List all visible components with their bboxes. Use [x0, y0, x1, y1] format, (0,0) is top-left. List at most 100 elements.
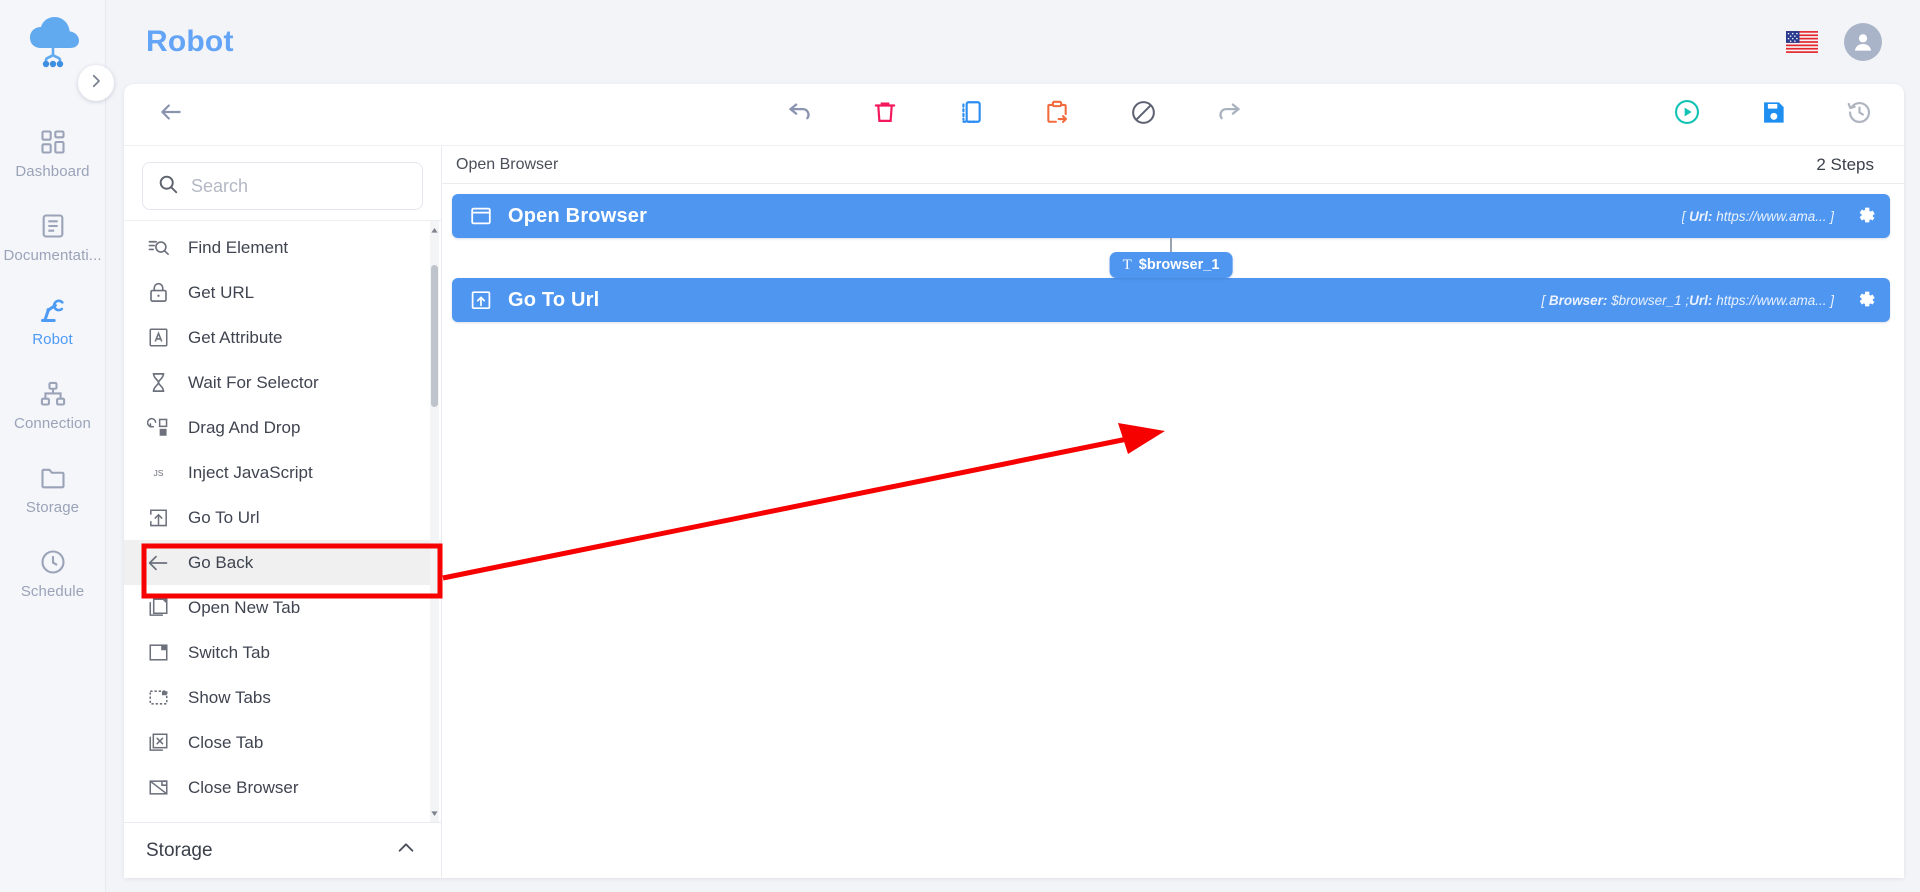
library-item-label: Inject JavaScript [188, 462, 313, 482]
library-scrollbar-thumb[interactable] [431, 265, 438, 407]
library-item-close-tab[interactable]: Close Tab [124, 720, 441, 765]
duplicate-icon [958, 99, 984, 130]
sidebar-item-label: Robot [32, 331, 73, 348]
step-card-open-browser[interactable]: Open Browser [ Url: https://www.ama... ] [452, 194, 1890, 238]
top-header-bar: Robot [106, 0, 1920, 84]
robot-editor-panel: Find Element Get U [124, 84, 1904, 878]
step-params: [ Browser: $browser_1 ;Url: https://www.… [1541, 292, 1834, 308]
main-column: Robot Search Find Element Get URL Get At… [106, 0, 1920, 892]
library-section-label: Storage [146, 839, 213, 861]
sidebar-item-label: Connection [14, 415, 91, 432]
library-item-get-attribute[interactable]: Get Attribute [124, 315, 441, 360]
folder-icon [39, 464, 67, 492]
library-item-label: Go Back [188, 552, 254, 572]
redo-button[interactable] [1206, 93, 1252, 137]
library-item-go-back[interactable]: Go Back [124, 540, 441, 585]
library-item-label: Find Element [188, 237, 289, 257]
app-root: Dashboard Documentati... Robot Connectio… [0, 0, 1920, 892]
library-item-drag-and-drop[interactable]: Drag And Drop [124, 405, 441, 450]
app-logo [21, 14, 85, 78]
sitemap-icon [39, 380, 67, 408]
text-type-icon: T [1122, 256, 1132, 273]
sidebar-item-robot[interactable]: Robot [0, 280, 106, 364]
library-item-show-tabs[interactable]: Show Tabs [124, 675, 441, 720]
editor-toolbar-right [1664, 93, 1882, 137]
action-library-list: Find Element Get URL Get Attribute Wait … [124, 221, 441, 810]
delete-button[interactable] [862, 93, 908, 137]
library-scrollbar[interactable] [430, 221, 439, 822]
header-actions [1786, 23, 1882, 61]
library-item-switch-tab[interactable]: Switch Tab [124, 630, 441, 675]
library-item-close-browser[interactable]: Close Browser [124, 765, 441, 810]
sidebar-item-connection[interactable]: Connection [0, 364, 106, 448]
library-item-label: Drag And Drop [188, 417, 301, 437]
canvas-area: Open Browser [ Url: https://www.ama... ] [442, 184, 1904, 878]
sidebar-item-documentation[interactable]: Documentati... [0, 196, 106, 280]
undo-button[interactable] [776, 93, 822, 137]
go-to-url-icon [146, 506, 170, 530]
disable-button[interactable] [1120, 93, 1166, 137]
search-input[interactable] [191, 175, 408, 197]
step-card-go-to-url[interactable]: Go To Url [ Browser: $browser_1 ;Url: ht… [452, 278, 1890, 322]
library-item-wait-for-selector[interactable]: Wait For Selector [124, 360, 441, 405]
caret-up-icon[interactable] [430, 223, 439, 237]
us-flag-icon[interactable] [1786, 31, 1818, 53]
library-item-label: Close Tab [188, 732, 264, 752]
canvas-header: Open Browser 2 Steps [442, 146, 1904, 184]
user-avatar-icon[interactable] [1844, 23, 1882, 61]
step-name: Open Browser [508, 204, 648, 227]
action-library-panel: Find Element Get U [124, 146, 442, 878]
arrow-left-icon [146, 551, 170, 575]
library-section-storage[interactable]: Storage [124, 822, 441, 878]
sidebar-item-label: Storage [25, 499, 80, 516]
library-item-label: Go To Url [188, 507, 260, 527]
js-icon: JS [146, 461, 170, 485]
close-browser-icon [146, 776, 170, 800]
history-button[interactable] [1836, 93, 1882, 137]
sidebar-collapse-toggle[interactable] [78, 65, 114, 101]
arrow-left-icon [158, 99, 184, 130]
caret-down-icon[interactable] [430, 806, 439, 820]
lock-icon [146, 281, 170, 305]
block-icon [1130, 99, 1157, 131]
show-tabs-icon [146, 686, 170, 710]
variable-chip-label: $browser_1 [1138, 257, 1220, 273]
sidebar-item-storage[interactable]: Storage [0, 448, 106, 532]
variable-chip-browser[interactable]: T $browser_1 [1109, 252, 1233, 278]
copy-button[interactable] [948, 93, 994, 137]
search-box[interactable] [142, 162, 423, 210]
library-item-go-to-url[interactable]: Go To Url [124, 495, 441, 540]
save-button[interactable] [1750, 93, 1796, 137]
library-item-label: Open New Tab [188, 597, 301, 617]
library-item-get-url[interactable]: Get URL [124, 270, 441, 315]
library-item-open-new-tab[interactable]: Open New Tab [124, 585, 441, 630]
library-item-label: Show Tabs [188, 687, 271, 707]
run-button[interactable] [1664, 93, 1710, 137]
play-circle-icon [1673, 98, 1701, 131]
gear-icon[interactable] [1848, 288, 1878, 312]
switch-tab-icon [146, 641, 170, 665]
action-library-scroll: Find Element Get URL Get Attribute Wait … [124, 220, 441, 822]
hourglass-icon [146, 371, 170, 395]
library-item-inject-javascript[interactable]: JS Inject JavaScript [124, 450, 441, 495]
history-icon [1846, 99, 1873, 131]
chevron-up-icon[interactable] [395, 837, 417, 864]
robot-arm-icon [39, 296, 67, 324]
browser-window-icon [468, 203, 494, 229]
gear-icon[interactable] [1848, 204, 1878, 228]
document-icon [39, 212, 67, 240]
breadcrumb: Open Browser [456, 155, 559, 173]
new-tab-icon [146, 596, 170, 620]
library-item-label: Get URL [188, 282, 255, 302]
search-icon [157, 173, 179, 200]
editor-back-button[interactable] [148, 93, 194, 137]
paste-button[interactable] [1034, 93, 1080, 137]
library-item-label: Wait For Selector [188, 372, 319, 392]
letter-a-box-icon [146, 326, 170, 350]
sidebar-item-schedule[interactable]: Schedule [0, 532, 106, 616]
library-item-find-element[interactable]: Find Element [124, 225, 441, 270]
left-nav-rail: Dashboard Documentati... Robot Connectio… [0, 0, 114, 892]
sidebar-item-dashboard[interactable]: Dashboard [0, 112, 106, 196]
find-element-icon [146, 236, 170, 260]
search-wrapper [124, 146, 441, 220]
